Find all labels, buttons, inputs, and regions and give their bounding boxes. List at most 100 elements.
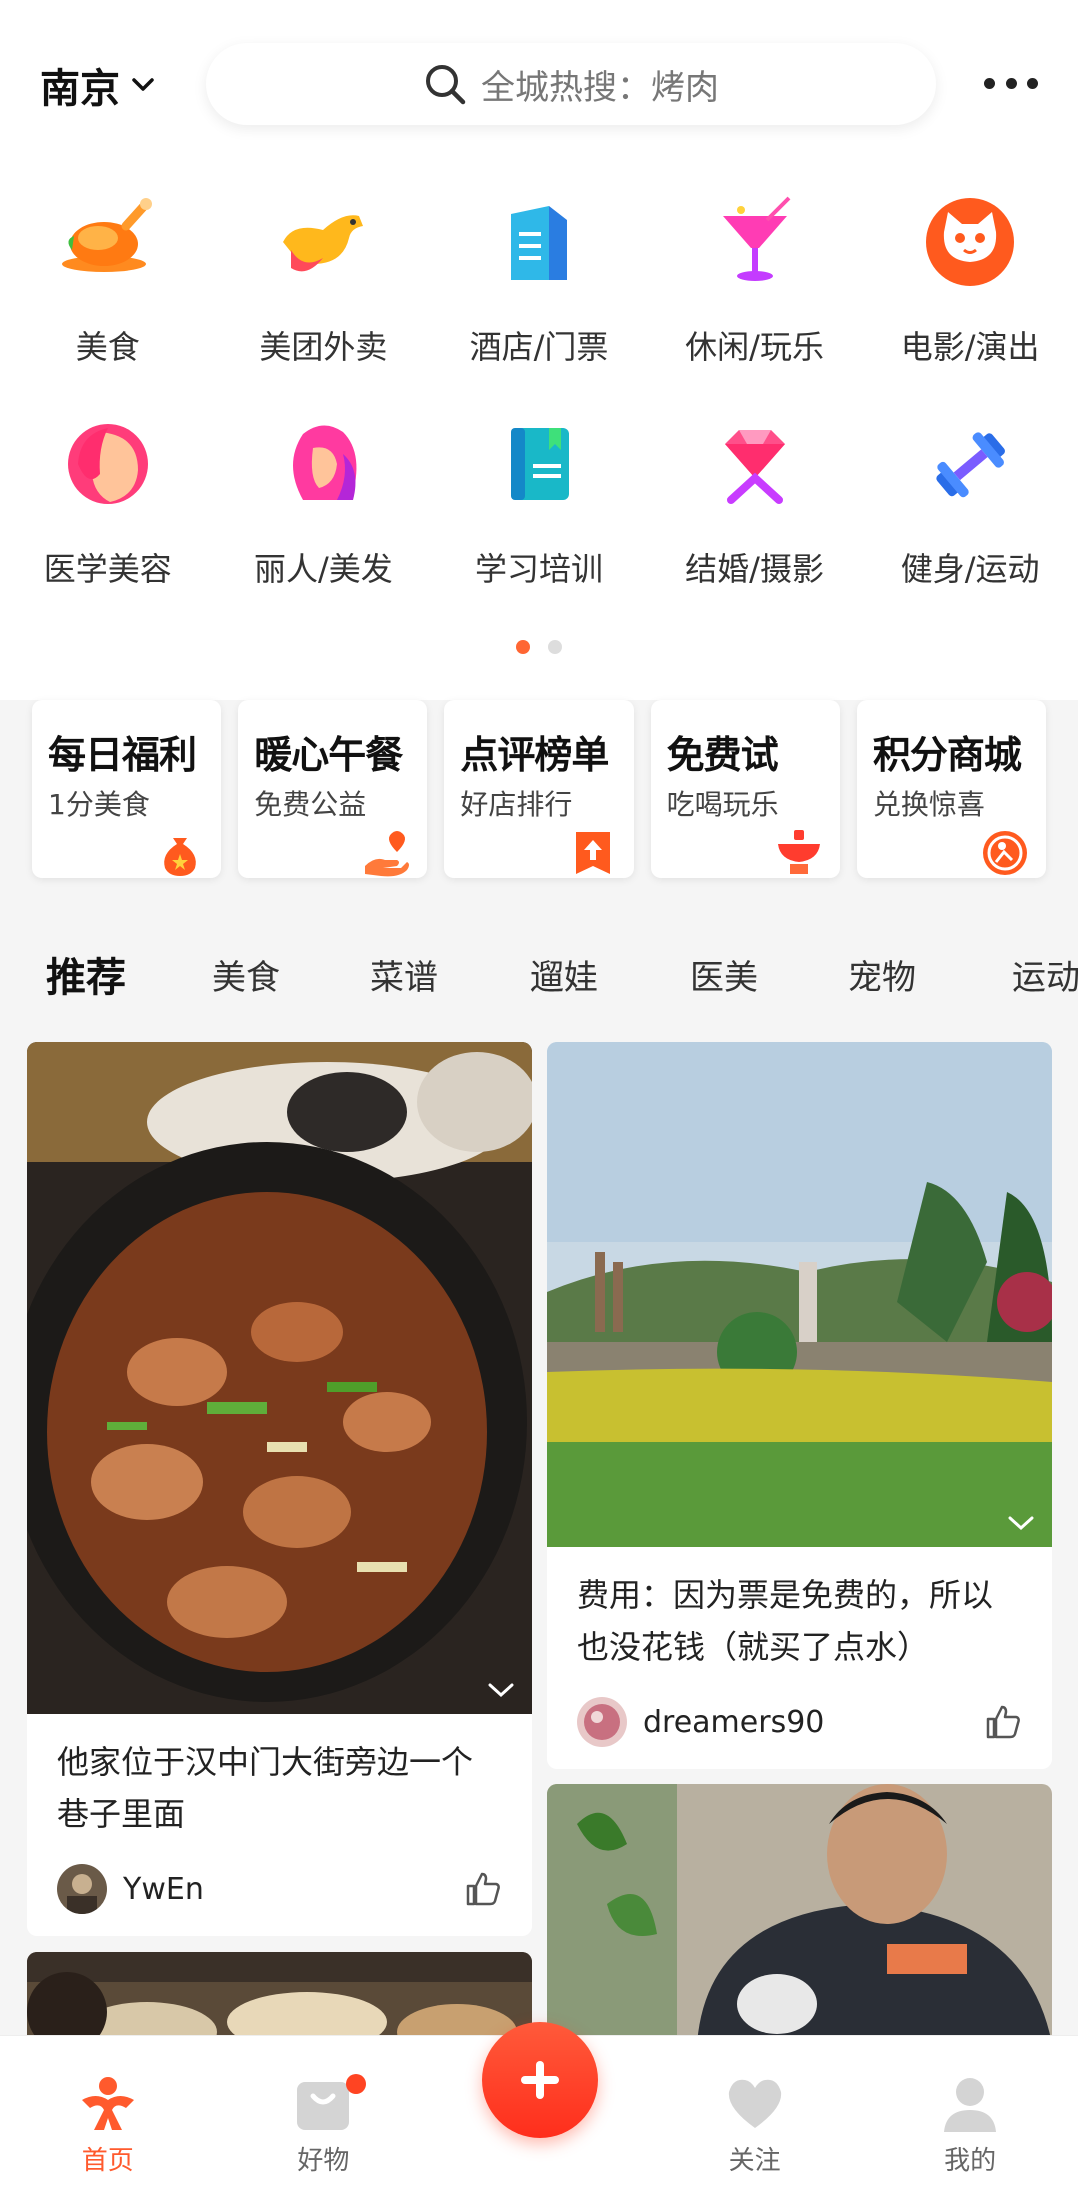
welfare-card-points-mall[interactable]: 积分商城 兑换惊喜 — [856, 700, 1047, 878]
feed-tabs: 推荐 美食 菜谱 遛娃 医美 宠物 运动 — [0, 940, 1078, 1020]
thumbs-up-icon[interactable] — [464, 1870, 502, 1908]
post-meta: YwEn — [57, 1864, 502, 1914]
cocktail-icon — [722, 196, 790, 281]
heart-icon — [728, 2079, 781, 2128]
welfare-card-free-trial[interactable]: 免费试 吃喝玩乐 — [650, 700, 840, 878]
nav-label: 我的 — [944, 2146, 997, 2176]
roast-chicken-icon — [61, 198, 152, 272]
chef-photo — [547, 1784, 1052, 2044]
avatar[interactable] — [577, 1697, 627, 1747]
category-label: 医学美容 — [43, 550, 172, 588]
nav-label: 关注 — [728, 2146, 781, 2176]
username[interactable]: dreamers90 — [643, 1705, 824, 1740]
more-dot-icon — [1005, 77, 1017, 89]
tab-medical-beauty[interactable]: 医美 — [690, 950, 758, 999]
category-waimai[interactable]: 美团外卖 — [216, 180, 432, 402]
search-bar[interactable]: 全城热搜：烤肉 — [206, 43, 936, 125]
post-caption: 费用：因为票是免费的，所以也没花钱（就买了点水） — [577, 1576, 994, 1666]
search-icon — [426, 65, 466, 105]
post-image — [547, 1784, 1052, 2044]
welfare-subtitle: 1分美食 — [48, 788, 150, 821]
ranking-flag-icon — [575, 832, 610, 874]
category-label: 酒店/门票 — [469, 328, 609, 366]
dumbbell-icon — [936, 432, 1006, 498]
category-beauty-hair[interactable]: 丽人/美发 — [216, 402, 432, 624]
feed-card[interactable] — [547, 1784, 1052, 2044]
category-fitness[interactable]: 健身/运动 — [862, 402, 1078, 624]
book-icon — [510, 428, 569, 500]
header: 南京 全城热搜：烤肉 — [0, 40, 1078, 130]
welfare-card-daily[interactable]: 每日福利 1分美食 — [32, 700, 222, 878]
welfare-section: 每日福利 1分美食 暖心午餐 免费公益 点评榜单 好店排行 免费试 吃喝玩乐 积… — [32, 700, 1047, 878]
category-movie[interactable]: 电影/演出 — [862, 180, 1078, 402]
feed-card[interactable]: 费用：因为票是免费的，所以也没花钱（就买了点水） dreamers90 — [547, 1042, 1052, 1769]
more-dot-icon — [984, 77, 995, 89]
more-menu-button[interactable] — [984, 68, 1038, 98]
chevron-down-icon[interactable] — [1006, 1513, 1036, 1533]
kangaroo-icon — [283, 215, 364, 272]
post-image — [547, 1042, 1052, 1547]
welfare-card-ranking[interactable]: 点评榜单 好店排行 — [444, 700, 634, 878]
hair-woman-icon — [293, 425, 357, 500]
chevron-down-icon — [132, 78, 154, 91]
city-label: 南京 — [40, 66, 120, 112]
nav-mine[interactable]: 我的 — [862, 2036, 1078, 2191]
more-dot-icon — [1027, 77, 1038, 89]
nav-label: 首页 — [81, 2146, 134, 2176]
category-label: 美团外卖 — [259, 328, 388, 366]
avatar[interactable] — [57, 1864, 107, 1914]
category-medical-beauty[interactable]: 医学美容 — [0, 402, 216, 624]
cat-face-icon — [926, 198, 1015, 286]
tab-recommend[interactable]: 推荐 — [46, 945, 126, 1007]
city-selector[interactable]: 南京 — [40, 60, 156, 112]
page-indicator — [0, 640, 1078, 654]
category-label: 结婚/摄影 — [685, 550, 824, 588]
search-placeholder: 全城热搜：烤肉 — [481, 67, 719, 108]
category-label: 学习培训 — [474, 550, 603, 588]
nav-follow[interactable]: 关注 — [647, 2036, 863, 2191]
tab-recipes[interactable]: 菜谱 — [370, 950, 438, 999]
page-dot-active — [516, 640, 530, 654]
hotpot-icon — [777, 830, 820, 874]
category-label: 健身/运动 — [900, 550, 1040, 588]
park-photo — [547, 1042, 1052, 1547]
plus-icon — [521, 2061, 559, 2099]
welfare-subtitle: 好店排行 — [460, 788, 573, 821]
welfare-subtitle: 兑换惊喜 — [872, 788, 985, 821]
welfare-subtitle: 免费公益 — [254, 788, 367, 821]
category-hotel[interactable]: 酒店/门票 — [431, 180, 647, 402]
notification-badge — [345, 2074, 366, 2094]
tab-sports[interactable]: 运动 — [1012, 950, 1078, 999]
hotel-building-icon — [510, 206, 567, 280]
post-meta: dreamers90 — [577, 1697, 1022, 1747]
add-post-button[interactable] — [482, 2022, 598, 2138]
feed-card[interactable]: 他家位于汉中门大街旁边一个巷子里面 YwEn — [27, 1042, 532, 1936]
food-photo — [27, 1042, 532, 1714]
category-food[interactable]: 美食 — [0, 180, 216, 402]
nav-goods[interactable]: 好物 — [216, 2036, 432, 2191]
diamond-icon — [724, 430, 785, 504]
nav-home[interactable]: 首页 — [0, 2036, 216, 2191]
welfare-title: 积分商城 — [872, 733, 1022, 777]
tab-kids[interactable]: 遛娃 — [530, 950, 598, 999]
welfare-title: 每日福利 — [48, 733, 197, 777]
bottom-nav: 首页 好物 关注 我的 — [0, 2022, 1078, 2191]
category-leisure[interactable]: 休闲/玩乐 — [647, 180, 863, 402]
category-label: 美食 — [75, 328, 140, 366]
tab-food[interactable]: 美食 — [212, 950, 280, 999]
welfare-title: 点评榜单 — [460, 733, 609, 777]
person-icon — [944, 2078, 997, 2132]
money-bag-icon — [164, 838, 197, 876]
woman-face-icon — [67, 424, 148, 504]
post-caption: 他家位于汉中门大街旁边一个巷子里面 — [57, 1743, 474, 1833]
username[interactable]: YwEn — [123, 1872, 204, 1907]
category-wedding[interactable]: 结婚/摄影 — [647, 402, 863, 624]
thumbs-up-icon[interactable] — [984, 1703, 1022, 1741]
category-training[interactable]: 学习培训 — [431, 402, 647, 624]
welfare-card-lunch[interactable]: 暖心午餐 免费公益 — [238, 700, 428, 878]
category-label: 休闲/玩乐 — [685, 328, 824, 366]
welfare-title: 暖心午餐 — [254, 733, 403, 777]
chevron-down-icon[interactable] — [486, 1680, 516, 1700]
category-grid: 美食 美团外卖 酒店/门票 休闲/玩乐 电影/演出 医学美容 丽人/美发 学习培… — [0, 180, 1078, 624]
tab-pets[interactable]: 宠物 — [848, 950, 916, 999]
